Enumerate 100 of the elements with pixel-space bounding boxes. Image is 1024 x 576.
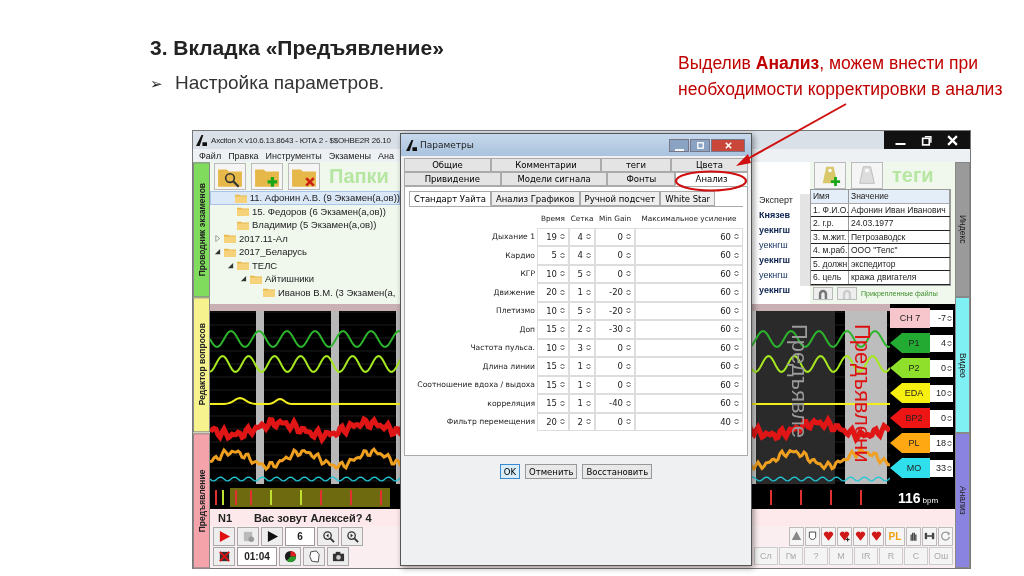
- outline-button[interactable]: [303, 546, 325, 566]
- zoom-field[interactable]: 6: [285, 526, 315, 546]
- play-button[interactable]: [261, 526, 283, 546]
- menu-item[interactable]: Экзамены: [328, 150, 371, 161]
- expert-item[interactable]: уекнгш: [757, 267, 799, 282]
- pyramid-button[interactable]: [789, 526, 804, 546]
- spin-field[interactable]: 2: [569, 320, 595, 339]
- zoom-out-button[interactable]: [317, 526, 339, 546]
- tree-item[interactable]: Владимир (5 Экзамен(а,ов)): [210, 218, 400, 232]
- delete-folder-button[interactable]: [288, 163, 320, 190]
- spinner-arrows-icon[interactable]: [947, 463, 952, 473]
- spinner-arrows-icon[interactable]: [947, 413, 952, 423]
- channel-label[interactable]: CH 7: [890, 308, 930, 328]
- spinner-arrows-icon[interactable]: [626, 380, 631, 390]
- tab[interactable]: Анализ Графиков: [490, 191, 580, 206]
- spin-field[interactable]: 60: [635, 283, 743, 302]
- spin-field[interactable]: 1: [569, 394, 595, 413]
- heart-plus-button[interactable]: [837, 526, 852, 546]
- spin-field[interactable]: 0: [595, 357, 635, 376]
- spinner-arrows-icon[interactable]: [626, 324, 631, 334]
- spinner-arrows-icon[interactable]: [586, 398, 591, 408]
- spinner-arrows-icon[interactable]: [734, 380, 739, 390]
- tree-item[interactable]: Айтишники: [210, 272, 400, 286]
- spinner-arrows-icon[interactable]: [734, 287, 739, 297]
- spinner-arrows-icon[interactable]: [626, 398, 631, 408]
- spinner-arrows-icon[interactable]: [560, 250, 565, 260]
- spin-field[interactable]: -40: [595, 394, 635, 413]
- spin-field[interactable]: 15: [537, 357, 569, 376]
- spinner-arrows-icon[interactable]: [586, 324, 591, 334]
- tree-item[interactable]: ТЕЛС: [210, 258, 400, 272]
- tab[interactable]: Стандарт Уайта: [409, 191, 491, 206]
- heart-button[interactable]: [821, 526, 836, 546]
- gain-field[interactable]: -7: [930, 309, 953, 327]
- attach-button[interactable]: [813, 286, 833, 300]
- spin-field[interactable]: 4: [569, 246, 595, 265]
- spinner-arrows-icon[interactable]: [586, 232, 591, 242]
- chart-button[interactable]: [279, 546, 301, 566]
- menu-item[interactable]: Ана: [377, 150, 394, 161]
- spinner-arrows-icon[interactable]: [734, 269, 739, 279]
- camera-button[interactable]: [327, 546, 349, 566]
- side-tab[interactable]: Индекс: [955, 162, 970, 298]
- spinner-arrows-icon[interactable]: [560, 269, 565, 279]
- spinner-arrows-icon[interactable]: [734, 250, 739, 260]
- spinner-arrows-icon[interactable]: [734, 361, 739, 371]
- spin-field[interactable]: 60: [635, 227, 743, 246]
- spinner-arrows-icon[interactable]: [586, 343, 591, 353]
- menu-item[interactable]: Файл: [199, 150, 222, 161]
- spinner-arrows-icon[interactable]: [560, 361, 565, 371]
- spin-field[interactable]: 1: [569, 357, 595, 376]
- spinner-arrows-icon[interactable]: [560, 306, 565, 316]
- spinner-arrows-icon[interactable]: [626, 250, 631, 260]
- spin-field[interactable]: 15: [537, 394, 569, 413]
- spinner-arrows-icon[interactable]: [626, 269, 631, 279]
- spinner-arrows-icon[interactable]: [560, 232, 565, 242]
- search-folder-button[interactable]: [214, 163, 246, 190]
- collapse-icon[interactable]: [214, 248, 221, 256]
- spinner-arrows-icon[interactable]: [560, 380, 565, 390]
- tree-item[interactable]: 11. Афонин А.В. (9 Экзамен(а,ов)): [210, 191, 400, 205]
- spin-field[interactable]: 1: [569, 283, 595, 302]
- spin-field[interactable]: -30: [595, 320, 635, 339]
- spinner-arrows-icon[interactable]: [947, 363, 952, 373]
- gain-field[interactable]: 18: [930, 434, 953, 452]
- spinner-arrows-icon[interactable]: [947, 313, 952, 323]
- gain-field[interactable]: 4: [930, 334, 953, 352]
- spin-field[interactable]: 19: [537, 227, 569, 246]
- spin-field[interactable]: 4: [569, 227, 595, 246]
- tab[interactable]: Цвета: [671, 158, 748, 172]
- tab[interactable]: Комментарии: [491, 158, 601, 172]
- heart-button[interactable]: [853, 526, 868, 546]
- side-tab[interactable]: Видео: [955, 297, 970, 433]
- spinner-arrows-icon[interactable]: [560, 287, 565, 297]
- tree-item[interactable]: 2017_Беларусь: [210, 245, 400, 259]
- spin-field[interactable]: 60: [635, 394, 743, 413]
- spinner-arrows-icon[interactable]: [734, 306, 739, 316]
- spinner-arrows-icon[interactable]: [586, 269, 591, 279]
- spinner-arrows-icon[interactable]: [586, 250, 591, 260]
- spinner-arrows-icon[interactable]: [586, 380, 591, 390]
- spin-field[interactable]: 0: [595, 227, 635, 246]
- tab[interactable]: Ручной подсчет: [579, 191, 661, 206]
- expert-item[interactable]: уекнгш: [757, 222, 799, 237]
- scrollbar[interactable]: [800, 194, 810, 286]
- expert-item[interactable]: уекнгш: [757, 252, 799, 267]
- gain-field[interactable]: 0: [930, 359, 953, 377]
- dialog-button[interactable]: Отменить: [525, 464, 578, 479]
- dialog-button[interactable]: Восстановить: [582, 464, 653, 479]
- tab[interactable]: White Star: [660, 191, 716, 206]
- spin-field[interactable]: 60: [635, 320, 743, 339]
- tab[interactable]: Общие: [404, 158, 491, 172]
- gain-field[interactable]: 33: [930, 459, 953, 477]
- spin-field[interactable]: 0: [595, 246, 635, 265]
- add-tag-button[interactable]: [814, 162, 846, 189]
- spinner-arrows-icon[interactable]: [626, 361, 631, 371]
- spin-field[interactable]: 60: [635, 246, 743, 265]
- gain-field[interactable]: 10: [930, 384, 953, 402]
- spinner-arrows-icon[interactable]: [560, 398, 565, 408]
- spinner-arrows-icon[interactable]: [560, 343, 565, 353]
- spinner-arrows-icon[interactable]: [560, 324, 565, 334]
- spinner-arrows-icon[interactable]: [734, 324, 739, 334]
- spinner-arrows-icon[interactable]: [626, 232, 631, 242]
- spin-field[interactable]: 60: [635, 357, 743, 376]
